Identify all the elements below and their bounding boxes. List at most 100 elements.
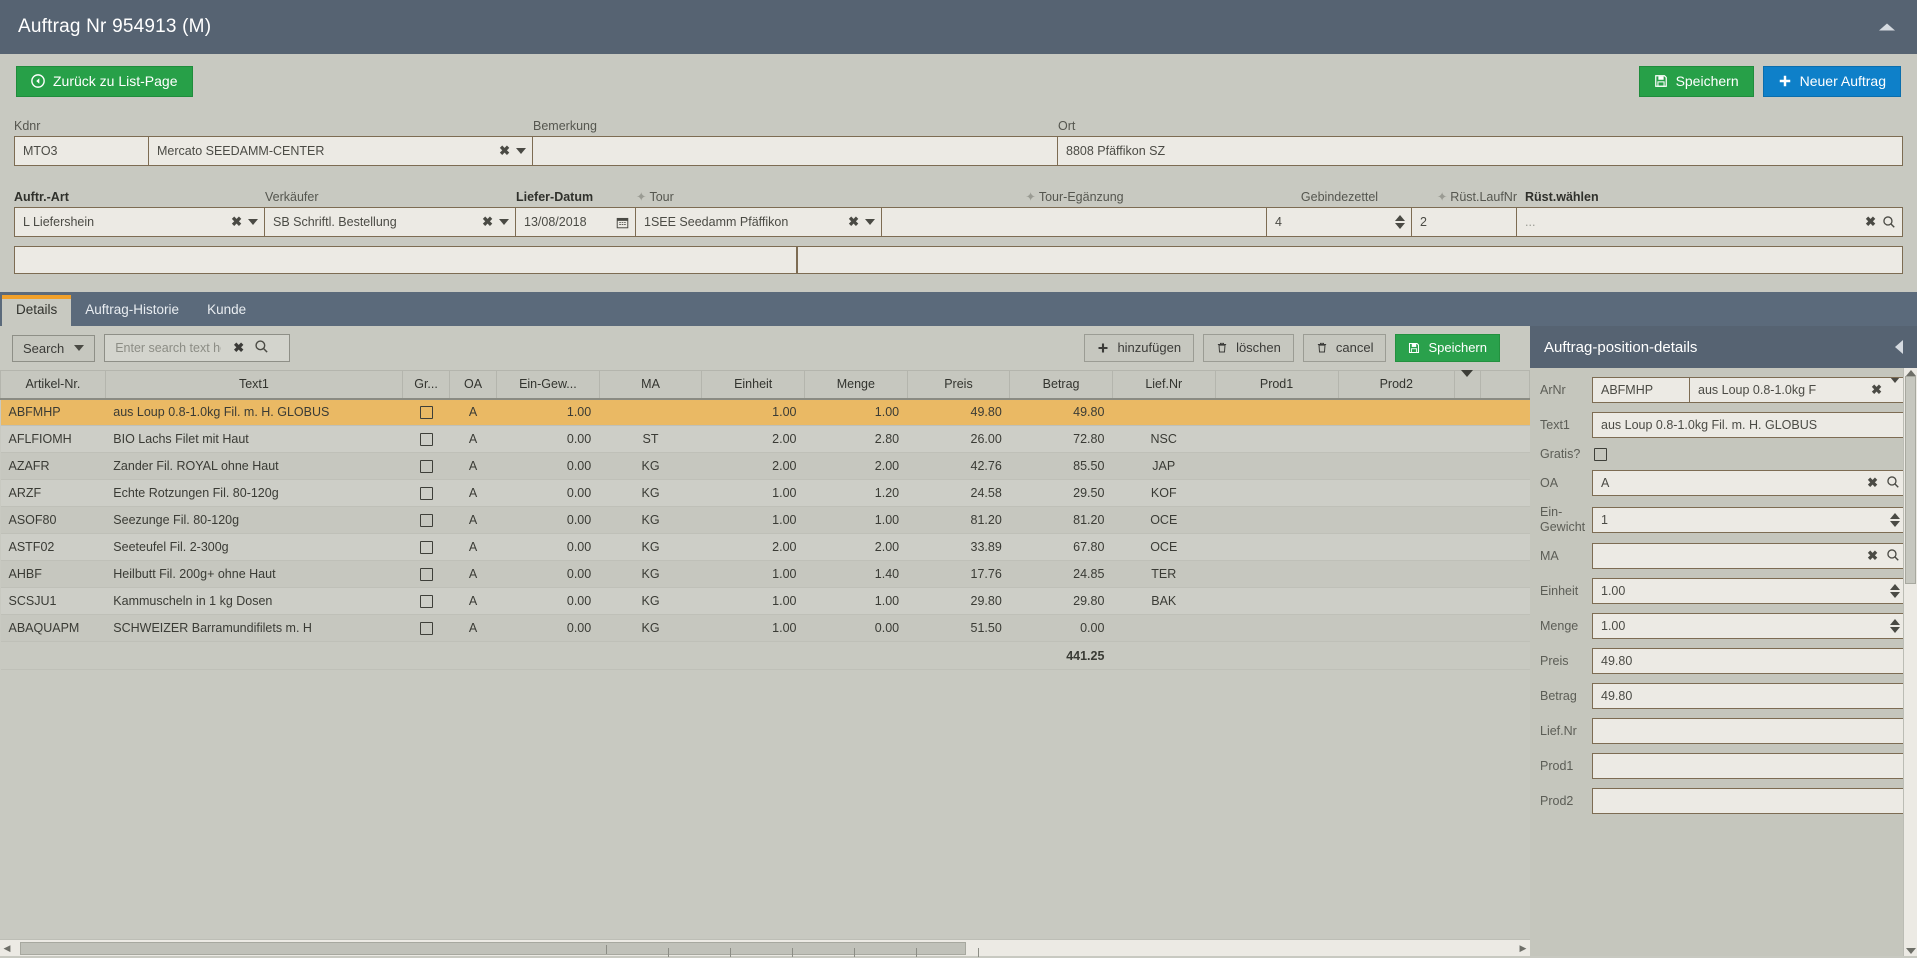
cancel-button[interactable]: cancel <box>1302 333 1387 363</box>
note-left-field[interactable] <box>14 246 797 274</box>
col-einheit[interactable]: Einheit <box>701 370 805 400</box>
gr-checkbox[interactable] <box>419 595 433 609</box>
kdnr-name-field[interactable]: Mercato SEEDAMM-CENTER ✖ <box>149 136 533 166</box>
table-row[interactable]: AZAFR Zander Fil. ROYAL ohne Haut A 0.00 KG 2… <box>0 452 1530 480</box>
col-preis[interactable]: Preis <box>906 370 1011 400</box>
column-menu-button[interactable] <box>1454 370 1481 400</box>
arnr-combo[interactable]: ABFMHP aus Loup 0.8-1.0kg F ✖ <box>1592 377 1907 403</box>
col-artikel-nr[interactable]: Artikel-Nr. <box>0 370 106 400</box>
einheit-field[interactable]: 1.00 <box>1592 578 1907 605</box>
verkaeufer-field[interactable]: SB Schriftl. Bestellung ✖ <box>265 207 516 237</box>
clear-x-icon[interactable]: ✖ <box>1867 475 1878 491</box>
gr-checkbox[interactable] <box>419 541 433 555</box>
gr-checkbox[interactable] <box>419 406 433 420</box>
chevron-down-icon[interactable] <box>248 219 258 225</box>
details-scroll-thumb[interactable] <box>1905 376 1916 584</box>
ruest-laufnr-field[interactable]: 2 <box>1412 207 1517 237</box>
details-vertical-scrollbar[interactable] <box>1903 368 1917 956</box>
gratis-checkbox[interactable] <box>1594 447 1607 461</box>
chevron-down-icon[interactable] <box>1890 378 1900 397</box>
arnr-text-field[interactable]: aus Loup 0.8-1.0kg F ✖ <box>1690 377 1907 403</box>
chevron-down-icon[interactable] <box>865 219 875 225</box>
liefnr-field[interactable] <box>1592 718 1907 745</box>
gr-checkbox[interactable] <box>419 568 433 582</box>
scroll-left-arrow[interactable]: ◀ <box>0 943 14 954</box>
clear-x-icon[interactable]: ✖ <box>1865 214 1876 230</box>
table-row[interactable]: ABFMHP aus Loup 0.8-1.0kg Fil. m. H. GLOB… <box>0 398 1530 426</box>
col-gr[interactable]: Gr... <box>402 370 451 400</box>
gr-checkbox[interactable] <box>419 433 433 447</box>
clear-x-icon[interactable]: ✖ <box>1867 548 1878 564</box>
kdnr-code-field[interactable]: MTO3 <box>14 136 149 166</box>
clear-x-icon[interactable]: ✖ <box>1871 382 1882 398</box>
chevron-down-icon[interactable] <box>516 148 526 154</box>
spinner-icon[interactable] <box>1890 512 1900 527</box>
note-right-field[interactable] <box>797 246 1903 274</box>
table-row[interactable]: ARZF Echte Rotzungen Fil. 80-120g A 0.00 KG 1… <box>0 479 1530 507</box>
prod2-field[interactable] <box>1592 788 1907 815</box>
prod1-field[interactable] <box>1592 753 1907 780</box>
save-positions-button[interactable]: Speichern <box>1395 333 1500 363</box>
save-order-button[interactable]: Speichern <box>1638 65 1754 98</box>
scroll-right-arrow[interactable]: ▶ <box>1516 943 1530 954</box>
table-row[interactable]: ASTF02 Seeteufel Fil. 2-300g A 0.00 KG 2.00 2.… <box>0 533 1530 561</box>
hscroll-track[interactable] <box>14 941 1516 957</box>
chevron-down-icon[interactable] <box>499 219 509 225</box>
magnifier-icon[interactable] <box>1882 215 1896 229</box>
ruest-waehlen-field[interactable]: ... ✖ <box>1517 207 1903 237</box>
spinner-icon[interactable] <box>1890 619 1900 634</box>
gr-checkbox[interactable] <box>419 487 433 501</box>
bemerkung-field[interactable] <box>533 136 1058 166</box>
arnr-code-field[interactable]: ABFMHP <box>1592 377 1690 403</box>
search-input[interactable] <box>113 340 224 356</box>
menge-field[interactable]: 1.00 <box>1592 613 1907 640</box>
delete-position-button[interactable]: löschen <box>1203 333 1294 363</box>
ort-field[interactable]: 8808 Pfäffikon SZ <box>1058 136 1903 166</box>
text1-field[interactable]: aus Loup 0.8-1.0kg Fil. m. H. GLOBUS <box>1592 412 1907 438</box>
col-lief-nr[interactable]: Lief.Nr <box>1111 370 1216 400</box>
horizontal-scrollbar[interactable]: ◀ ▶ <box>0 939 1530 957</box>
lieferdatum-field[interactable]: 13/08/2018 <box>516 207 636 237</box>
new-order-button[interactable]: Neuer Auftrag <box>1762 65 1901 98</box>
hscroll-thumb[interactable] <box>20 941 979 957</box>
magnifier-icon[interactable] <box>254 339 269 357</box>
add-position-button[interactable]: hinzufügen <box>1084 333 1195 363</box>
clear-x-icon[interactable]: ✖ <box>848 214 859 230</box>
preis-field[interactable]: 49.80 <box>1592 648 1907 675</box>
col-text1[interactable]: Text1 <box>104 370 404 400</box>
clear-x-icon[interactable]: ✖ <box>231 214 242 230</box>
betrag-field[interactable]: 49.80 <box>1592 683 1907 710</box>
col-oa[interactable]: OA <box>449 370 498 400</box>
caret-up-icon[interactable] <box>1879 23 1895 31</box>
tab-kunde[interactable]: Kunde <box>193 296 260 326</box>
clear-x-icon[interactable]: ✖ <box>233 340 244 356</box>
col-ein-gew[interactable]: Ein-Gew... <box>496 370 600 400</box>
gebindezettel-field[interactable]: 4 <box>1267 207 1412 237</box>
ein-gewicht-field[interactable]: 1 <box>1592 506 1907 533</box>
col-ma[interactable]: MA <box>598 370 703 400</box>
tab-auftrag-historie[interactable]: Auftrag-Historie <box>71 296 193 326</box>
col-menge[interactable]: Menge <box>804 370 908 400</box>
col-betrag[interactable]: Betrag <box>1009 370 1113 400</box>
auftragsart-field[interactable]: L Liefershein ✖ <box>14 207 265 237</box>
calendar-icon[interactable] <box>616 216 629 229</box>
spinner-icon[interactable] <box>1395 215 1405 229</box>
magnifier-icon[interactable] <box>1886 548 1900 565</box>
back-to-list-button[interactable]: Zurück zu List-Page <box>16 65 193 98</box>
table-row[interactable]: ABAQUAPM SCHWEIZER Barramundifilets m. H A… <box>0 614 1530 642</box>
ma-field[interactable]: ✖ <box>1592 543 1907 570</box>
gr-checkbox[interactable] <box>419 622 433 636</box>
magnifier-icon[interactable] <box>1886 475 1900 492</box>
col-prod2[interactable]: Prod2 <box>1337 370 1456 400</box>
clear-x-icon[interactable]: ✖ <box>482 214 493 230</box>
caret-left-icon[interactable] <box>1895 340 1903 354</box>
gr-checkbox[interactable] <box>419 514 433 528</box>
table-row[interactable]: AFLFIOMH BIO Lachs Filet mit Haut A 0.00 ST 2… <box>0 425 1530 453</box>
table-row[interactable]: SCSJU1 Kammuscheln in 1 kg Dosen A 0.00 KG 1.… <box>0 587 1530 615</box>
tab-details[interactable]: Details <box>2 295 72 326</box>
col-prod1[interactable]: Prod1 <box>1214 370 1339 400</box>
scroll-down-arrow[interactable] <box>1906 948 1916 954</box>
table-row[interactable]: ASOF80 Seezunge Fil. 80-120g A 0.00 KG 1.00 1.… <box>0 506 1530 534</box>
search-dropdown[interactable]: Search <box>12 334 96 362</box>
table-row[interactable]: AHBF Heilbutt Fil. 200g+ ohne Haut A 0.00 KG… <box>0 560 1530 588</box>
